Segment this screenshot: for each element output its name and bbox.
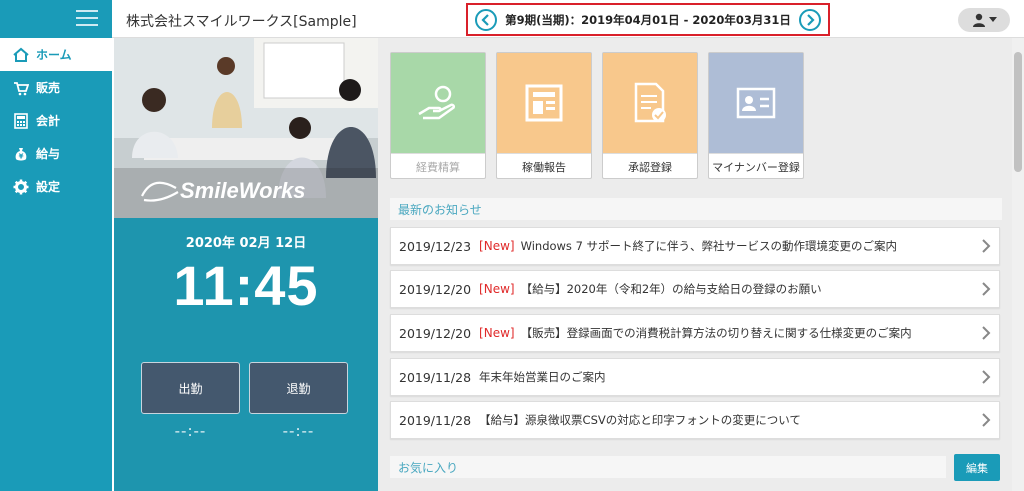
tile-label: マイナンバー登録: [709, 153, 803, 179]
id-card-icon: [709, 53, 803, 153]
smileworks-logo: SmileWorks: [140, 178, 306, 204]
sidebar-item-label: 会計: [36, 114, 61, 128]
sidebar-item-label: 給与: [36, 147, 61, 161]
clock-in-time: --:--: [174, 422, 207, 440]
chevron-right-icon: [807, 13, 815, 26]
news-item[interactable]: 2019/11/28 年末年始営業日のご案内: [390, 358, 1000, 396]
tile-mynumber[interactable]: マイナンバー登録: [708, 52, 804, 179]
sidebar-item-home[interactable]: ホーム: [0, 38, 112, 71]
company-name: 株式会社スマイルワークス[Sample]: [126, 14, 357, 30]
chevron-right-icon: [982, 239, 991, 253]
current-date: 2020年 02月 12日: [185, 236, 307, 251]
cart-icon: [12, 79, 30, 97]
edit-favorites-button[interactable]: 編集: [954, 454, 1000, 481]
clock-out-button[interactable]: 退勤: [249, 362, 348, 414]
news-item[interactable]: 2019/11/28 【給与】源泉徴収票CSVの対応と印字フォントの変更について: [390, 401, 1000, 439]
sidebar-item-label: ホーム: [36, 48, 72, 62]
sidebar-item-accounting[interactable]: 会計: [0, 104, 112, 137]
sidebar-item-settings[interactable]: 設定: [0, 170, 112, 203]
home-icon: [12, 46, 30, 64]
chevron-left-icon: [481, 13, 489, 26]
sidebar-top: [0, 0, 112, 38]
report-icon: [497, 53, 591, 153]
news-section-title: 最新のお知らせ: [390, 198, 1002, 220]
gear-icon: [12, 178, 30, 196]
tile-work-report[interactable]: 稼働報告: [496, 52, 592, 179]
scrollbar-thumb[interactable]: [1014, 52, 1022, 172]
sidebar-item-sales[interactable]: 販売: [0, 71, 112, 104]
hamburger-menu-icon[interactable]: [76, 10, 98, 26]
news-item[interactable]: 2019/12/20 [New] 【販売】登録画面での消費税計算方法の切り替えに…: [390, 314, 1000, 352]
caret-down-icon: [988, 17, 997, 22]
timeclock-panel: SmileWorks 2020年 02月 12日 11:45 出勤 退勤 --:…: [112, 38, 378, 491]
prev-period-button[interactable]: [475, 8, 498, 31]
sidebar: ホーム 販売 会計 ¥ 給与 設定: [0, 0, 112, 491]
scrollbar[interactable]: [1012, 38, 1024, 491]
clock-out-time: --:--: [282, 422, 315, 440]
chevron-right-icon: [982, 326, 991, 340]
tile-approval[interactable]: 承認登録: [602, 52, 698, 179]
sidebar-item-label: 販売: [36, 81, 61, 95]
tile-label: 稼働報告: [497, 153, 591, 179]
sidebar-item-payroll[interactable]: ¥ 給与: [0, 137, 112, 170]
user-icon: [972, 13, 985, 27]
svg-text:¥: ¥: [19, 152, 24, 160]
tile-label: 経費精算: [391, 153, 485, 179]
chevron-right-icon: [982, 413, 991, 427]
sidebar-item-label: 設定: [36, 180, 61, 194]
header: 株式会社スマイルワークス[Sample] 第9期(当期)：2019年04月01日…: [112, 0, 1024, 38]
approval-doc-icon: [603, 53, 697, 153]
tile-label: 承認登録: [603, 153, 697, 179]
office-photo: SmileWorks: [114, 38, 378, 218]
user-menu-button[interactable]: [958, 8, 1010, 32]
favorites-section-title: お気に入り: [390, 456, 946, 478]
money-bag-icon: ¥: [12, 145, 30, 163]
current-time: 11:45: [173, 254, 319, 317]
calculator-icon: [12, 112, 30, 130]
fiscal-period-selector: 第9期(当期)：2019年04月01日 - 2020年03月31日: [466, 3, 830, 36]
news-item[interactable]: 2019/12/20 [New] 【給与】2020年（令和2年）の給与支給日の登…: [390, 270, 1000, 308]
clock-in-button[interactable]: 出勤: [141, 362, 240, 414]
main-content: 経費精算 稼働報告 承認登録 マイナンバー登録 最新のお知らせ 2019/12/…: [378, 38, 1012, 491]
fiscal-period-text: 第9期(当期)：2019年04月01日 - 2020年03月31日: [505, 12, 791, 27]
hand-coin-icon: [391, 53, 485, 153]
chevron-right-icon: [982, 282, 991, 296]
next-period-button[interactable]: [798, 8, 821, 31]
news-item[interactable]: 2019/12/23 [New] Windows 7 サポート終了に伴う、弊社サ…: [390, 227, 1000, 265]
chevron-right-icon: [982, 370, 991, 384]
tile-expense[interactable]: 経費精算: [390, 52, 486, 179]
